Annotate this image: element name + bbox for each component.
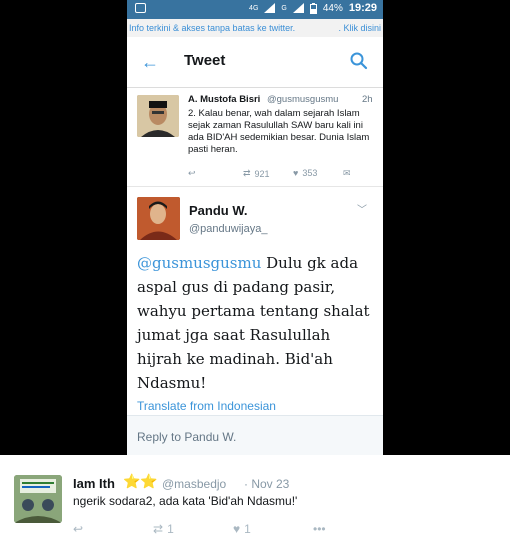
notification-icon	[135, 3, 146, 13]
tweet-author-handle[interactable]: @gusmusgusmu	[267, 94, 338, 105]
clock: 19:29	[348, 2, 377, 14]
signal-icon-2	[292, 3, 304, 13]
promo-link[interactable]: . Klik disini	[338, 19, 381, 37]
tweet-author-name[interactable]: A. Mustofa Bisri	[188, 94, 260, 105]
status-right: 4G G 44% 19:29	[249, 2, 377, 14]
star-icons: ⭐⭐	[123, 473, 158, 489]
network-label-2: G	[281, 4, 287, 12]
like-button[interactable]: ♥ 353	[293, 168, 317, 178]
message-icon[interactable]: ✉	[343, 168, 351, 179]
retweet-icon: ⇄	[153, 522, 164, 536]
avatar[interactable]	[137, 197, 180, 240]
promo-text: Info terkini & akses tanpa batas ke twit…	[129, 23, 296, 33]
quoted-tweet[interactable]: A. Mustofa Bisri @gusmusgusmu 2h 2. Kala…	[127, 88, 383, 187]
retweet-button[interactable]: ⇄ 921	[243, 168, 270, 179]
promo-banner[interactable]: Info terkini & akses tanpa batas ke twit…	[127, 19, 383, 37]
like-button[interactable]: ♥ 1	[233, 522, 251, 536]
outer-tweet[interactable]: Iam Ith ⭐⭐ @masbedjo · Nov 23 ngerik sod…	[0, 455, 510, 555]
tweet-text: ngerik sodara2, ada kata 'Bid'ah Ndasmu!…	[73, 494, 298, 508]
avatar[interactable]	[137, 95, 179, 137]
search-icon[interactable]	[349, 51, 369, 71]
reply-input[interactable]: Reply to Pandu W.	[137, 430, 236, 444]
tweet-actions: ↩ ⇄ 921 ♥ 353 ✉	[188, 168, 373, 182]
tweet-author-name[interactable]: Pandu W.	[189, 203, 248, 218]
tweet-actions: ↩ ⇄ 1 ♥ 1 •••	[73, 522, 333, 540]
tweet-text: @gusmusgusmu Dulu gk ada aspal gus di pa…	[137, 251, 377, 395]
tweet-author-handle[interactable]: @panduwijaya_	[189, 223, 267, 235]
black-margin-left	[0, 0, 127, 455]
app-bar: ← Tweet	[127, 37, 383, 88]
like-count: 1	[244, 522, 251, 536]
reply-icon[interactable]: ↩	[188, 168, 196, 179]
page-title: Tweet	[184, 52, 226, 69]
status-bar: 4G G 44% 19:29	[127, 0, 383, 19]
retweet-count: 1	[167, 522, 174, 536]
more-icon[interactable]: •••	[313, 522, 326, 536]
tweet-date: · Nov 23	[244, 477, 290, 491]
reply-icon[interactable]: ↩	[73, 522, 83, 536]
avatar[interactable]	[14, 475, 62, 523]
heart-icon: ♥	[233, 522, 241, 536]
main-tweet: Pandu W. @panduwijaya_ ﹀ @gusmusgusmu Du…	[127, 187, 383, 455]
heart-icon: ♥	[293, 168, 299, 178]
battery-percent: 44%	[322, 2, 343, 14]
tweet-author-name[interactable]: Iam Ith	[73, 476, 115, 491]
tweet-author-handle[interactable]: @masbedjo	[162, 477, 226, 491]
phone-screenshot: 4G G 44% 19:29 Info terkini & akses tanp…	[127, 0, 383, 455]
mention-link[interactable]: @gusmusgusmu	[137, 254, 261, 272]
battery-icon	[309, 2, 317, 14]
chevron-down-icon[interactable]: ﹀	[357, 201, 367, 216]
network-label: 4G	[249, 4, 259, 12]
signal-icon	[264, 3, 276, 13]
translate-link[interactable]: Translate from Indonesian	[137, 399, 276, 413]
tweet-time: 2h	[362, 94, 373, 105]
retweet-icon: ⇄	[243, 168, 251, 178]
back-arrow-icon[interactable]: ←	[141, 52, 159, 73]
like-count: 353	[302, 168, 318, 178]
black-margin-right	[383, 0, 510, 455]
tweet-body: Dulu gk ada aspal gus di padang pasir, w…	[137, 254, 370, 392]
retweet-button[interactable]: ⇄ 1	[153, 522, 174, 536]
tweet-text: 2. Kalau benar, wah dalam sejarah Islam …	[188, 108, 370, 155]
retweet-count: 921	[254, 168, 270, 179]
